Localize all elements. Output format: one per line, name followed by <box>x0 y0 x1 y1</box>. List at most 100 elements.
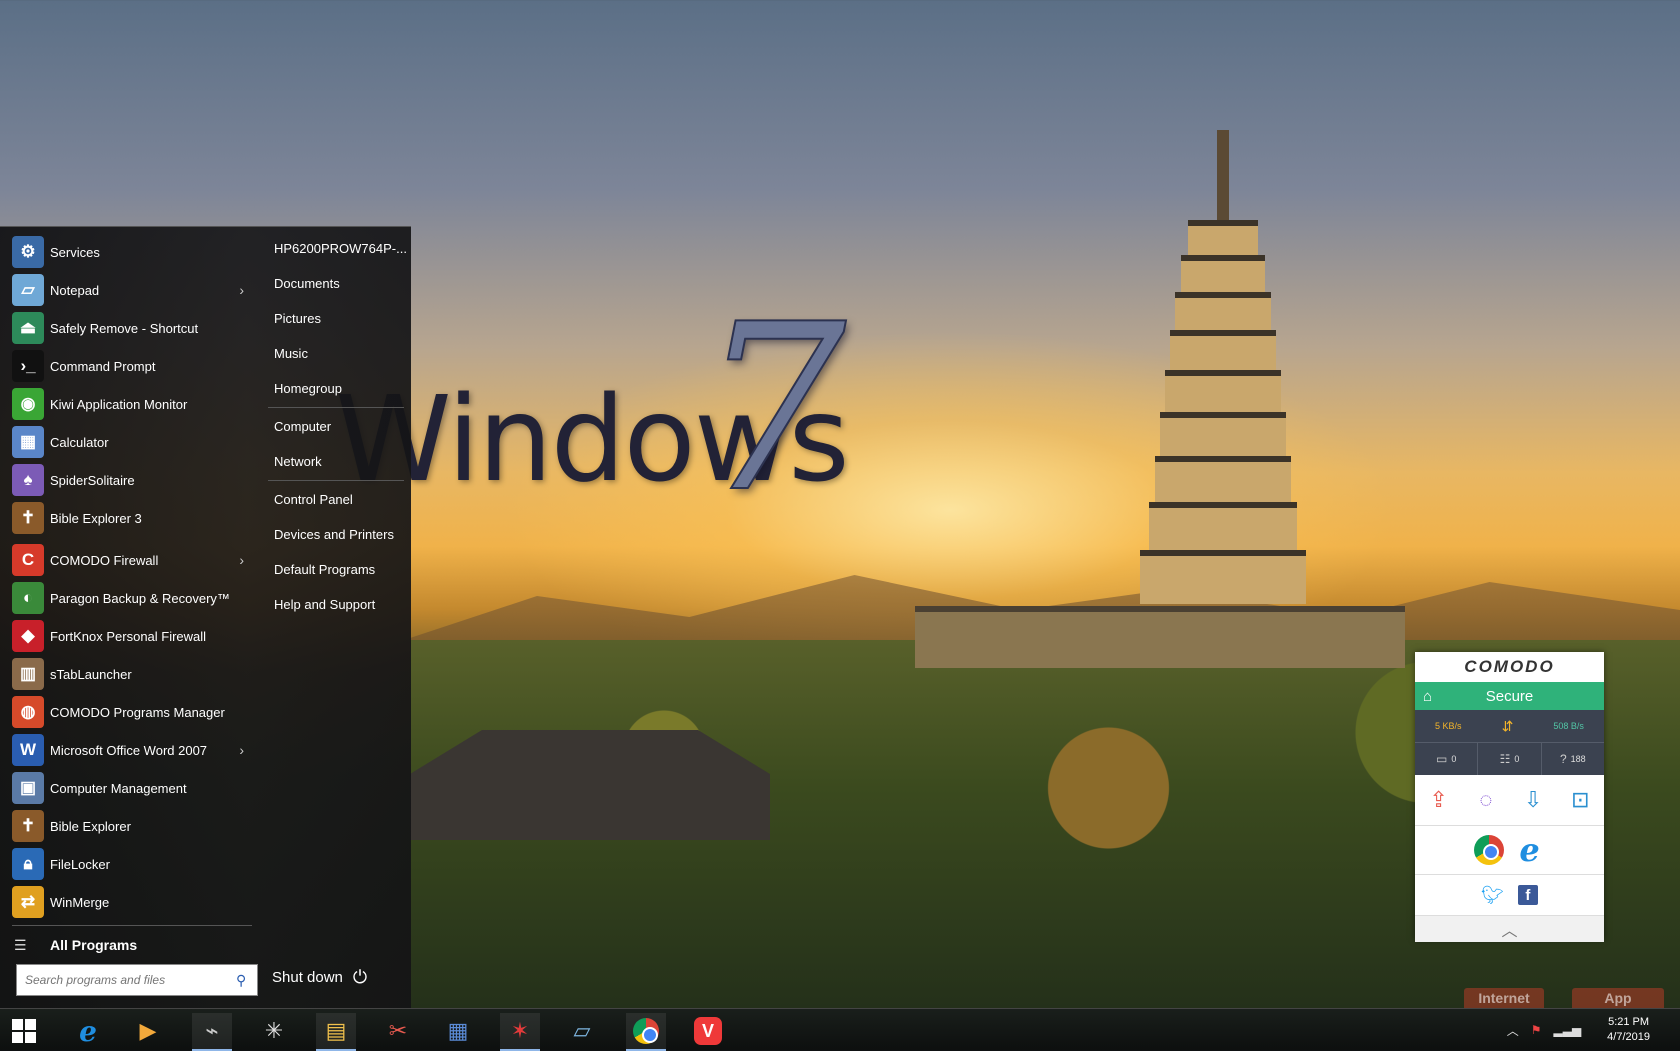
splat-app-icon[interactable]: ✶ <box>500 1013 540 1051</box>
program-item-label: Bible Explorer 3 <box>50 510 142 526</box>
background-tab-internet[interactable]: Internet <box>1464 988 1544 1008</box>
program-item[interactable]: ›_ Command Prompt <box>0 347 258 385</box>
network-signal-icon[interactable]: ▂▃▅ <box>1553 1023 1581 1037</box>
program-item[interactable]: 🔒︎ FileLocker <box>0 845 258 883</box>
pagoda-tier <box>1165 370 1281 414</box>
chrome-icon[interactable] <box>626 1013 666 1051</box>
program-item[interactable]: ✝ Bible Explorer <box>0 807 258 845</box>
file-explorer-icon[interactable]: ▤ <box>316 1013 356 1051</box>
start-menu-link[interactable]: Default Programs <box>262 552 410 587</box>
program-item-label: Calculator <box>50 434 109 450</box>
processes-count[interactable]: ☷ 0 <box>1478 743 1542 775</box>
usb-drive-icon[interactable]: ⌁ <box>192 1013 232 1051</box>
program-item[interactable]: ✝ Bible Explorer 3 <box>0 499 258 537</box>
unknown-files-count[interactable]: ? 188 <box>1542 743 1604 775</box>
menu-separator <box>268 480 404 481</box>
program-item-label: COMODO Firewall <box>50 552 159 568</box>
program-item[interactable]: ◍ COMODO Programs Manager <box>0 693 258 731</box>
program-item-label: Kiwi Application Monitor <box>50 396 188 412</box>
unlock-window-icon[interactable]: ⊡ <box>1565 785 1595 815</box>
action-center-flag-icon[interactable]: ⚑ <box>1531 1023 1542 1037</box>
media-player-icon[interactable]: ▶ <box>128 1013 168 1049</box>
search-input[interactable] <box>23 972 232 988</box>
comodo-status-label: Secure <box>1485 687 1534 705</box>
start-menu-link[interactable]: Network <box>262 444 410 479</box>
submenu-chevron-icon[interactable]: › <box>239 742 244 758</box>
program-item-label: SpiderSolitaire <box>50 472 135 488</box>
program-item[interactable]: ◐ Paragon Backup & Recovery™ <box>0 579 258 617</box>
comodo-status-bar[interactable]: ⌂ Secure <box>1415 682 1604 710</box>
notepad-icon[interactable]: ▱ <box>562 1013 602 1049</box>
collapse-chevron-icon[interactable]: ︿ <box>1415 916 1604 942</box>
refresh-circle-icon[interactable]: ◌ <box>1471 785 1501 815</box>
word-icon: W <box>12 734 44 766</box>
network-app-icon[interactable]: ✳ <box>254 1013 294 1049</box>
submenu-chevron-icon[interactable]: › <box>239 552 244 568</box>
calculator-icon: ▦ <box>12 426 44 458</box>
search-icon[interactable]: ⚲ <box>236 972 246 989</box>
program-item[interactable]: ▱ Notepad › <box>0 271 258 309</box>
internet-explorer-icon[interactable]: e <box>68 1013 108 1049</box>
sandboxed-count-value: 0 <box>1451 754 1457 764</box>
comodo-counters: ▭ 0 ☷ 0 ? 188 <box>1415 742 1604 775</box>
download-box-icon[interactable]: ⇩ <box>1518 785 1548 815</box>
start-menu-right-pane: HP6200PROW764P-... Documents Pictures Music… <box>262 231 410 622</box>
program-item[interactable]: ⚙ Services <box>0 233 258 271</box>
background-tab-app[interactable]: App <box>1572 988 1664 1008</box>
shutdown-button[interactable]: Shut down ⏻ <box>272 967 367 988</box>
chrome-icon[interactable] <box>1473 835 1504 865</box>
program-item[interactable]: ♠ SpiderSolitaire <box>0 461 258 499</box>
start-menu-link[interactable]: Documents <box>262 266 410 301</box>
clock[interactable]: 5:21 PM 4/7/2019 <box>1607 1015 1650 1045</box>
facebook-icon[interactable]: f <box>1517 885 1538 905</box>
program-item-label: sTabLauncher <box>50 666 132 682</box>
program-item[interactable]: ⇄ WinMerge <box>0 883 258 921</box>
start-menu-link[interactable]: Homegroup <box>262 371 410 406</box>
program-item[interactable]: ⏏ Safely Remove - Shortcut <box>0 309 258 347</box>
submenu-chevron-icon[interactable]: › <box>239 282 244 298</box>
book-icon: ✝ <box>12 502 44 534</box>
program-item[interactable]: W Microsoft Office Word 2007 › <box>0 731 258 769</box>
wallpaper-seven-text: 7 <box>699 276 847 543</box>
vivaldi-icon[interactable]: V <box>688 1013 728 1049</box>
program-item[interactable]: ▦ Calculator <box>0 423 258 461</box>
program-item[interactable]: ▥ sTabLauncher <box>0 655 258 693</box>
menu-separator <box>268 407 404 408</box>
start-menu-link[interactable]: Pictures <box>262 301 410 336</box>
start-menu-link[interactable]: Computer <box>262 409 410 444</box>
sandbox-box-icon: ▭ <box>1435 752 1448 766</box>
program-item-label: Services <box>50 244 100 260</box>
comodo-social: 🐦︎ f <box>1415 875 1604 916</box>
start-menu-link[interactable]: Help and Support <box>262 587 410 622</box>
programs-manager-icon: ◍ <box>12 696 44 728</box>
taskbar: e ▶ ⌁ ✳ ▤ ✂ ▦ ✶ ▱ V ︿ ⚑ ▂▃▅ 5:21 PM 4/7/… <box>0 1008 1680 1051</box>
start-menu-link[interactable]: HP6200PROW764P-... <box>262 231 410 266</box>
shield-icon: ◆ <box>12 620 44 652</box>
start-menu-link[interactable]: Devices and Printers <box>262 517 410 552</box>
program-item-label: Command Prompt <box>50 358 156 374</box>
twitter-icon[interactable]: 🐦︎ <box>1481 885 1504 906</box>
wallpaper-pagoda <box>1138 130 1308 620</box>
comodo-widget: COMODO ⌂ Secure 5 KB/s ⇵ 508 B/s ▭ 0 ☷ 0… <box>1415 652 1604 942</box>
windows-logo-pane <box>12 1019 23 1030</box>
program-item[interactable]: ◉ Kiwi Application Monitor <box>0 385 258 423</box>
show-hidden-icons-chevron-icon[interactable]: ︿ <box>1507 1022 1519 1039</box>
program-item-label: FileLocker <box>50 856 110 872</box>
pagoda-tier <box>1175 292 1271 332</box>
program-item[interactable]: ◆ FortKnox Personal Firewall <box>0 617 258 655</box>
upload-box-icon[interactable]: ⇪ <box>1424 785 1454 815</box>
all-programs-button[interactable]: ☰ All Programs <box>0 927 258 963</box>
start-menu-link[interactable]: Control Panel <box>262 482 410 517</box>
word-document-icon[interactable]: ▦ <box>438 1013 478 1049</box>
home-icon[interactable]: ⌂ <box>1423 688 1432 705</box>
wallpaper-roofs <box>410 730 770 840</box>
start-button[interactable] <box>12 1019 36 1043</box>
internet-explorer-icon[interactable]: e <box>1514 834 1546 866</box>
start-menu-link[interactable]: Music <box>262 336 410 371</box>
program-item-label: Paragon Backup & Recovery™ <box>50 590 230 606</box>
snipping-tool-icon[interactable]: ✂ <box>378 1013 418 1049</box>
program-item[interactable]: ▣ Computer Management <box>0 769 258 807</box>
program-item[interactable]: C COMODO Firewall › <box>0 541 258 579</box>
sandboxed-count[interactable]: ▭ 0 <box>1415 743 1479 775</box>
search-box[interactable]: ⚲ <box>16 964 258 996</box>
